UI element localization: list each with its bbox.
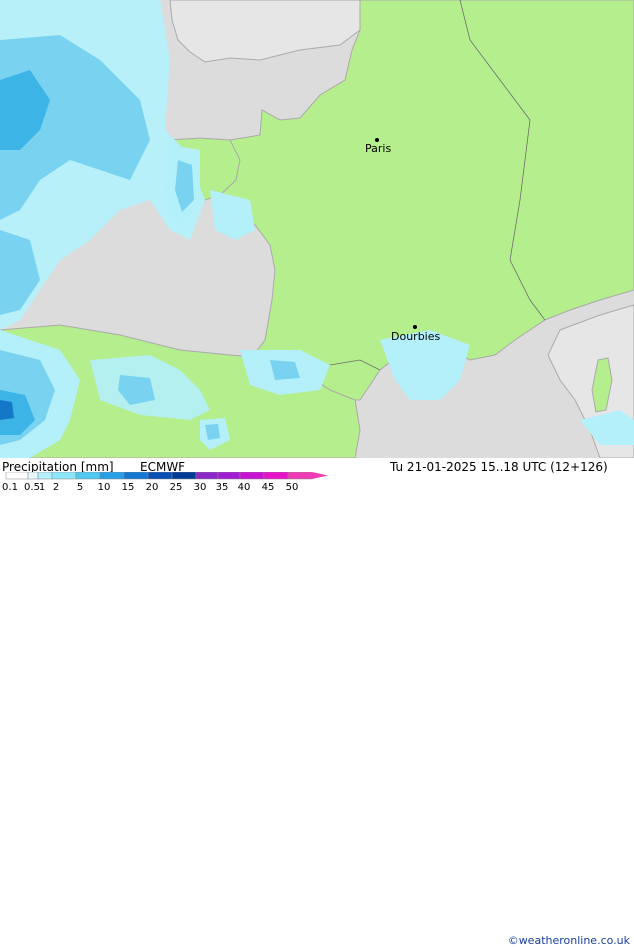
legend-tick-label: 1 <box>38 482 46 493</box>
legend-swatch <box>99 472 125 480</box>
legend-arrow <box>312 472 328 479</box>
legend-tick-label: 15 <box>121 482 135 493</box>
weather-map: Paris Dourbies <box>0 0 634 458</box>
city-label-dourbies: Dourbies <box>391 330 441 343</box>
legend-swatch <box>37 472 53 480</box>
legend-swatch <box>147 472 173 480</box>
credit-text: ©weatheronline.co.uk <box>507 934 630 947</box>
legend-tick-label: 0.5 <box>24 482 40 493</box>
city-label-paris: Paris <box>365 142 392 155</box>
legend-tick-label: 0.1 <box>2 482 18 493</box>
map-canvas <box>0 0 634 458</box>
legend-swatch <box>75 472 101 480</box>
legend-tick-label: 30 <box>193 482 207 493</box>
legend-tick-label: 35 <box>215 482 229 493</box>
dourbies-marker <box>413 325 417 329</box>
forecast-datetime: Tu 21-01-2025 15..18 UTC (12+126) <box>390 460 608 474</box>
legend-swatch <box>195 472 219 480</box>
legend-swatch <box>51 472 77 480</box>
legend-tick-label: 40 <box>237 482 251 493</box>
legend-swatch <box>287 472 313 480</box>
legend-tick-label: 50 <box>285 482 299 493</box>
legend-swatch <box>239 472 265 480</box>
legend-swatch <box>217 472 241 480</box>
legend-swatch <box>123 472 149 480</box>
legend-swatch <box>5 472 29 480</box>
legend-tick-label: 20 <box>145 482 159 493</box>
legend-tick-label: 45 <box>261 482 275 493</box>
map-footer: Precipitation [mm] ECMWF Tu 21-01-2025 1… <box>0 458 634 947</box>
legend-swatch <box>27 472 39 480</box>
legend-tick-label: 25 <box>169 482 183 493</box>
legend-tick-label: 2 <box>52 482 60 493</box>
precipitation-legend-bar <box>5 472 328 480</box>
legend-tick-label: 10 <box>97 482 111 493</box>
legend-tick-label: 5 <box>76 482 84 493</box>
england-landmass <box>169 0 371 63</box>
legend-swatch <box>171 472 197 480</box>
legend-swatch <box>263 472 289 480</box>
